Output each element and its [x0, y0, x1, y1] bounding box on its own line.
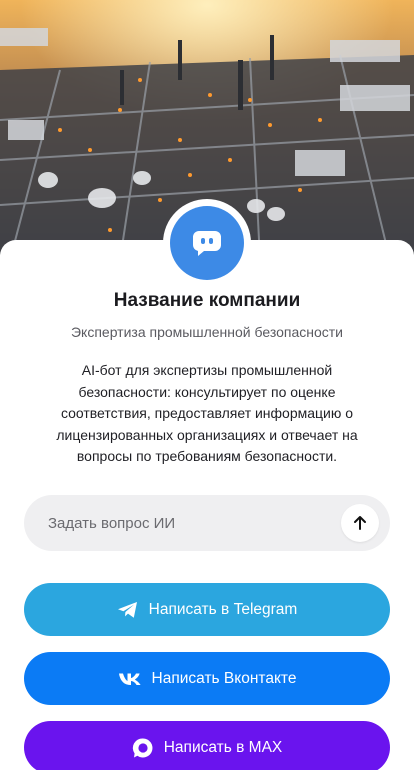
- vk-button-label: Написать Вконтакте: [151, 669, 297, 687]
- chat-bot-icon: [192, 231, 221, 256]
- avatar: [163, 199, 251, 287]
- avatar-circle: [170, 206, 244, 280]
- company-description: AI-бот для экспертизы промышленной безоп…: [56, 362, 358, 464]
- ask-ai-field: [24, 495, 390, 551]
- telegram-button[interactable]: Написать в Telegram: [24, 583, 390, 636]
- max-button[interactable]: Написать в MAX: [24, 721, 390, 770]
- vk-icon: [118, 672, 142, 686]
- company-name: Название компании: [113, 290, 301, 311]
- company-subtitle: Экспертиза промышленной безопасности: [70, 324, 343, 340]
- telegram-icon: [117, 601, 139, 619]
- vk-button[interactable]: Написать Вконтакте: [24, 652, 390, 705]
- send-button[interactable]: [341, 504, 379, 542]
- max-button-label: Написать в MAX: [163, 738, 283, 756]
- max-icon: [132, 737, 154, 759]
- arrow-up-icon: [354, 516, 366, 530]
- ask-ai-input[interactable]: [48, 495, 348, 551]
- telegram-button-label: Написать в Telegram: [148, 600, 298, 618]
